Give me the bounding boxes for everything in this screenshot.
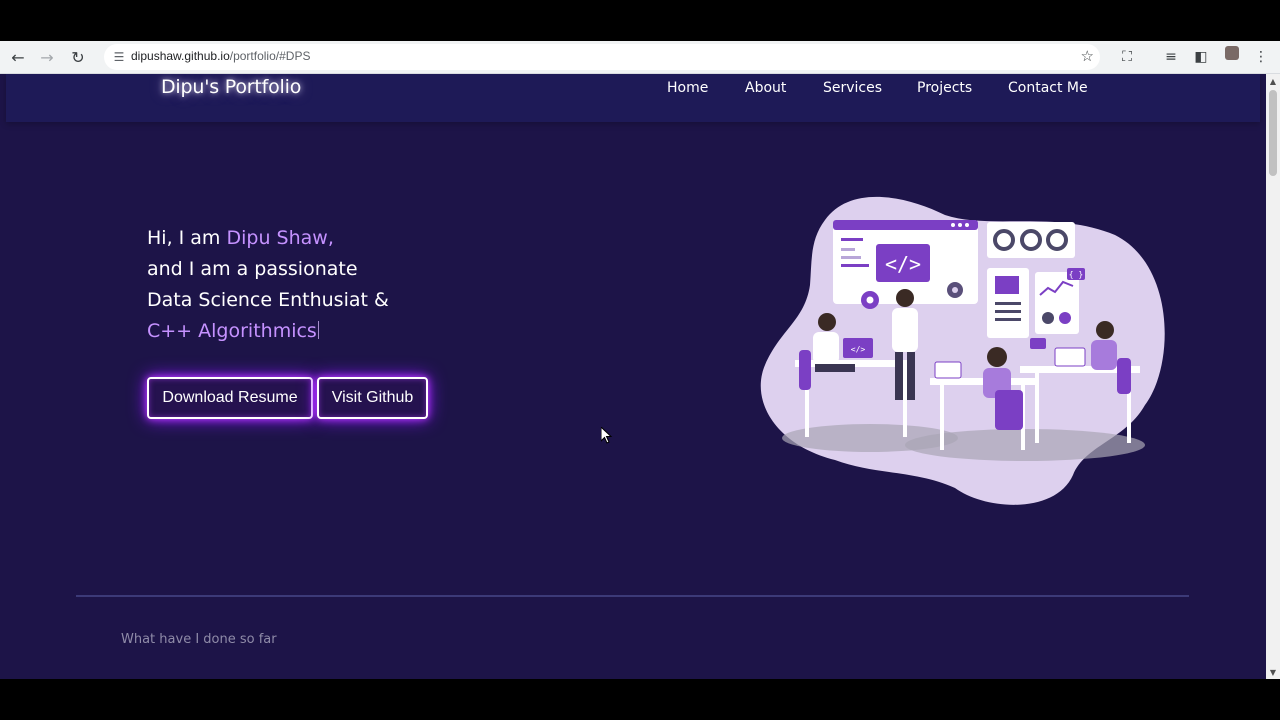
nav-contact[interactable]: Contact Me bbox=[1008, 80, 1088, 96]
url-path: /portfolio/#DPS bbox=[229, 49, 311, 63]
url-text: dipushaw.github.io/portfolio/#DPS bbox=[131, 49, 310, 63]
reload-icon[interactable]: ↻ bbox=[66, 45, 90, 69]
site-brand[interactable]: Dipu's Portfolio bbox=[161, 76, 301, 98]
code-tag-text: </> bbox=[885, 252, 921, 276]
pie-2 bbox=[1059, 312, 1071, 324]
side-panel-icon[interactable]: ◧ bbox=[1190, 46, 1212, 68]
laptop-left-text: </> bbox=[851, 345, 866, 354]
scroll-up-icon[interactable]: ▲ bbox=[1269, 76, 1277, 86]
code-line-1 bbox=[841, 238, 863, 241]
page-scrollbar[interactable]: ▲ ▼ bbox=[1266, 74, 1280, 679]
laptop-right bbox=[1054, 347, 1086, 367]
image-line-2 bbox=[995, 310, 1021, 313]
person-2-leg-1 bbox=[895, 352, 903, 400]
typed-text: C++ Algorithmics bbox=[147, 320, 317, 342]
greeting-prefix: Hi, I am bbox=[147, 227, 227, 249]
bookmark-star-icon[interactable]: ☆ bbox=[1081, 47, 1094, 65]
image-line-3 bbox=[995, 318, 1021, 321]
nav-services[interactable]: Services bbox=[823, 80, 882, 96]
window-dot-3 bbox=[965, 223, 969, 227]
site-navbar: Dipu's Portfolio Home About Services Pro… bbox=[6, 74, 1260, 122]
image-thumb bbox=[995, 276, 1019, 294]
laptop-center bbox=[934, 361, 962, 379]
person-4-body bbox=[1091, 340, 1117, 370]
back-arrow-icon[interactable]: ← bbox=[6, 45, 30, 69]
screen: ← → ↻ ☰ dipushaw.github.io/portfolio/#DP… bbox=[0, 0, 1280, 720]
site-info-icon[interactable]: ☰ bbox=[110, 48, 128, 66]
code-window-titlebar bbox=[833, 220, 978, 230]
person-3-head bbox=[987, 347, 1007, 367]
braces-badge-text: { } bbox=[1069, 270, 1083, 279]
code-line-2 bbox=[841, 248, 855, 251]
hero-name: Dipu Shaw, bbox=[226, 227, 334, 249]
kebab-menu-icon[interactable]: ⋮ bbox=[1250, 46, 1272, 68]
chart-card bbox=[1035, 272, 1079, 334]
typing-cursor bbox=[317, 321, 319, 339]
person-1-legs bbox=[815, 364, 855, 372]
section-subtitle: What have I done so far bbox=[121, 632, 277, 647]
download-resume-button[interactable]: Download Resume bbox=[147, 377, 313, 419]
chair-3 bbox=[995, 390, 1023, 430]
scrollbar-thumb[interactable] bbox=[1269, 90, 1277, 176]
gear-hole-small bbox=[952, 287, 958, 293]
floating-code-badge bbox=[1030, 338, 1046, 349]
address-bar[interactable]: ☰ dipushaw.github.io/portfolio/#DPS ☆ bbox=[104, 44, 1100, 70]
code-line-4 bbox=[841, 264, 869, 267]
nav-home[interactable]: Home bbox=[667, 80, 708, 96]
section-divider bbox=[76, 595, 1189, 597]
gear-hole bbox=[866, 296, 874, 304]
person-2-head bbox=[896, 289, 914, 307]
image-line-1 bbox=[995, 302, 1021, 305]
profile-avatar-icon[interactable] bbox=[1225, 46, 1239, 60]
chair-1 bbox=[799, 350, 811, 390]
url-host: dipushaw.github.io bbox=[131, 49, 230, 63]
desk-center-leg-1 bbox=[940, 385, 944, 450]
donut-card bbox=[987, 222, 1075, 258]
code-line-3 bbox=[841, 256, 861, 259]
desk-left-leg-2 bbox=[903, 367, 907, 437]
team-coding-illustration: </> { } </> bbox=[760, 196, 1165, 505]
nav-projects[interactable]: Projects bbox=[917, 80, 972, 96]
desk-right-leg-1 bbox=[1035, 373, 1039, 443]
page-viewport: Dipu's Portfolio Home About Services Pro… bbox=[0, 74, 1266, 679]
reading-list-icon[interactable]: ≡ bbox=[1160, 46, 1182, 68]
person-2-leg-2 bbox=[907, 352, 915, 400]
window-dot-1 bbox=[951, 223, 955, 227]
hero-greeting: Hi, I am Dipu Shaw, bbox=[147, 227, 334, 249]
desk-center-top bbox=[930, 378, 1035, 385]
person-1-body bbox=[813, 332, 839, 364]
person-1-head bbox=[818, 313, 836, 331]
window-dot-2 bbox=[958, 223, 962, 227]
person-2-body bbox=[892, 308, 918, 352]
extensions-icon[interactable]: ⛶ bbox=[1116, 46, 1138, 68]
typed-role-line: C++ Algorithmics bbox=[147, 320, 319, 342]
scroll-down-icon[interactable]: ▼ bbox=[1269, 667, 1277, 677]
person-4-head bbox=[1096, 321, 1114, 339]
forward-arrow-icon[interactable]: → bbox=[35, 45, 59, 69]
browser-toolbar: ← → ↻ ☰ dipushaw.github.io/portfolio/#DP… bbox=[0, 41, 1280, 74]
visit-github-button[interactable]: Visit Github bbox=[317, 377, 428, 419]
pie-1 bbox=[1042, 312, 1054, 324]
hero-line-2: and I am a passionate bbox=[147, 258, 358, 280]
nav-about[interactable]: About bbox=[745, 80, 786, 96]
hero-line-3: Data Science Enthusiat & bbox=[147, 289, 389, 311]
chair-4 bbox=[1117, 358, 1131, 394]
mouse-cursor-icon bbox=[601, 427, 613, 444]
